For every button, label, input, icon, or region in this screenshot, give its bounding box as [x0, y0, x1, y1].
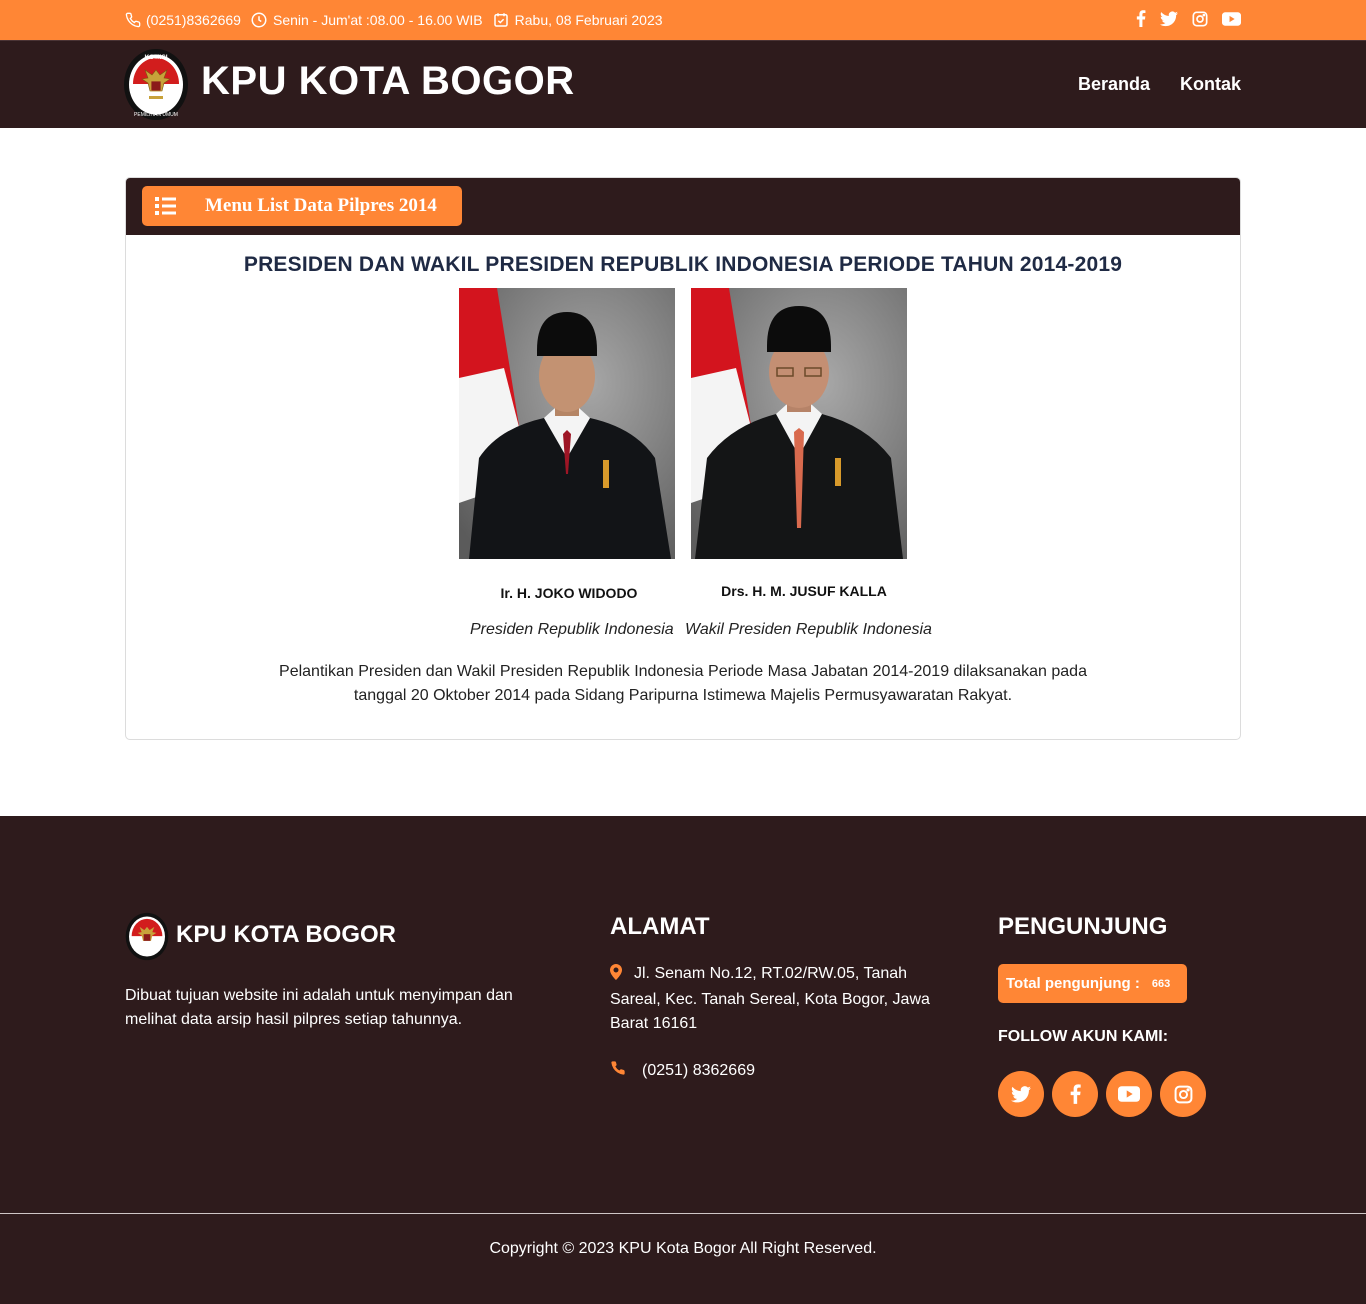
visitors-heading: PENGUNJUNG [998, 913, 1168, 940]
facebook-icon[interactable] [1052, 1071, 1098, 1117]
youtube-icon[interactable] [1106, 1071, 1152, 1117]
phone-icon [125, 12, 141, 28]
footer-kpu-logo [125, 912, 169, 961]
navbar: KOMISI PEMILIHAN UMUM KPU KOTA BOGOR Ber… [0, 40, 1366, 128]
nav-kontak[interactable]: Kontak [1180, 74, 1241, 95]
kpu-logo[interactable]: KOMISI PEMILIHAN UMUM [123, 48, 189, 121]
footer-about: Dibuat tujuan website ini adalah untuk m… [125, 987, 513, 1028]
location-pin-icon [610, 964, 622, 988]
facebook-icon[interactable] [1136, 10, 1146, 27]
president-name: Ir. H. JOKO WIDODO [500, 585, 638, 601]
inauguration-description: Pelantikan Presiden dan Wakil Presiden R… [266, 660, 1100, 708]
top-phone: (0251)8362669 [146, 12, 241, 28]
footer-brand: KPU KOTA BOGOR [176, 921, 396, 948]
footer-phone: (0251) 8362669 [610, 1060, 755, 1081]
president-photo [459, 288, 675, 559]
president-role: Presiden Republik Indonesia [470, 621, 674, 638]
menu-list-label: Menu List Data Pilpres 2014 [205, 195, 437, 216]
logo-text-top: KOMISI [144, 54, 167, 61]
menu-list-button[interactable]: Menu List Data Pilpres 2014 [142, 186, 462, 226]
follow-label: FOLLOW AKUN KAMI: [998, 1028, 1169, 1045]
description-line-1: Pelantikan Presiden dan Wakil Presiden R… [279, 663, 1087, 680]
footer-socials [998, 1071, 1206, 1117]
page-title: PRESIDEN DAN WAKIL PRESIDEN REPUBLIK IND… [243, 253, 1123, 276]
address-text: Jl. Senam No.12, RT.02/RW.05, Tanah Sare… [610, 965, 930, 1032]
vice-president-photo [691, 288, 907, 559]
nav-menu: Beranda Kontak [1078, 74, 1241, 95]
card-header: Menu List Data Pilpres 2014 [126, 178, 1240, 235]
calendar-icon [492, 11, 510, 29]
footer-address: Jl. Senam No.12, RT.02/RW.05, Tanah Sare… [610, 962, 930, 1036]
twitter-icon[interactable] [1160, 10, 1178, 27]
description-line-2: tanggal 20 Oktober 2014 pada Sidang Pari… [353, 687, 1013, 704]
phone-icon [610, 1060, 626, 1081]
content-card: Menu List Data Pilpres 2014 PRESIDEN DAN… [125, 177, 1241, 740]
footer-divider [0, 1213, 1366, 1214]
youtube-icon[interactable] [1222, 11, 1241, 26]
top-hours: Senin - Jum'at :08.00 - 16.00 WIB [272, 12, 483, 28]
list-icon [155, 196, 177, 221]
instagram-icon[interactable] [1192, 11, 1208, 27]
visitor-label: Total pengunjung : [1006, 975, 1140, 992]
visitor-count: 663 [1151, 977, 1171, 990]
vice-president-role: Wakil Presiden Republik Indonesia [685, 621, 932, 638]
logo-text-bottom: PEMILIHAN UMUM [134, 112, 178, 118]
instagram-icon[interactable] [1160, 1071, 1206, 1117]
address-heading: ALAMAT [610, 913, 710, 940]
twitter-icon[interactable] [998, 1071, 1044, 1117]
nav-beranda[interactable]: Beranda [1078, 74, 1150, 95]
copyright: Copyright © 2023 KPU Kota Bogor All Righ… [489, 1240, 877, 1257]
footer-phone-text: (0251) 8362669 [642, 1061, 755, 1079]
visitor-counter-badge: Total pengunjung : 663 [998, 964, 1187, 1003]
top-date: Rabu, 08 Februari 2023 [514, 12, 663, 28]
site-brand[interactable]: KPU KOTA BOGOR [201, 59, 575, 104]
vice-president-name: Drs. H. M. JUSUF KALLA [721, 583, 887, 599]
top-bar: (0251)8362669 Senin - Jum'at :08.00 - 16… [0, 0, 1366, 40]
clock-icon [250, 11, 268, 29]
footer: KPU KOTA BOGOR Dibuat tujuan website ini… [0, 816, 1366, 1304]
